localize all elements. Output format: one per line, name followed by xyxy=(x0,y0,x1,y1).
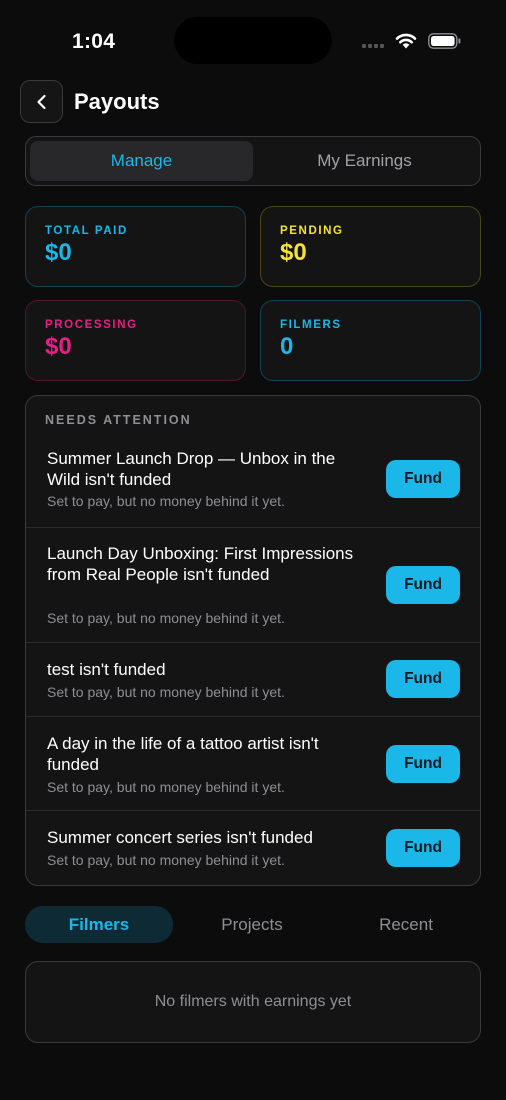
attention-item: Summer Launch Drop — Unbox in the Wild i… xyxy=(26,436,480,527)
attention-item: A day in the life of a tattoo artist isn… xyxy=(26,716,480,810)
stat-label: TOTAL PAID xyxy=(45,225,128,237)
segmented-control: Manage My Earnings xyxy=(25,136,481,186)
attention-item-title: Launch Day Unboxing: First Impressions f… xyxy=(47,544,354,584)
back-button[interactable] xyxy=(20,80,63,123)
tab-projects[interactable]: Projects xyxy=(178,906,326,943)
attention-item-title: test isn't funded xyxy=(47,660,166,679)
attention-item-title: Summer Launch Drop — Unbox in the Wild i… xyxy=(47,449,336,489)
stat-card-total-paid: TOTAL PAID $0 xyxy=(25,206,246,287)
status-time: 1:04 xyxy=(72,30,116,53)
attention-item: Summer concert series isn't funded Set t… xyxy=(26,810,480,885)
empty-state-text: No filmers with earnings yet xyxy=(154,993,352,1010)
chevron-left-icon xyxy=(36,94,46,109)
attention-item-subtitle: Set to pay, but no money behind it yet. xyxy=(47,852,285,868)
tab-recent[interactable]: Recent xyxy=(332,906,480,943)
needs-attention-panel: NEEDS ATTENTION Summer Launch Drop — Unb… xyxy=(25,395,481,886)
battery-icon xyxy=(428,33,461,49)
attention-item-subtitle: Set to pay, but no money behind it yet. xyxy=(47,610,285,626)
fund-button[interactable]: Fund xyxy=(386,660,460,698)
list-tabs: Filmers Projects Recent xyxy=(25,906,481,943)
fund-button[interactable]: Fund xyxy=(386,460,460,498)
attention-item: test isn't funded Set to pay, but no mon… xyxy=(26,642,480,716)
stat-card-pending: PENDING $0 xyxy=(260,206,481,287)
stat-value: 0 xyxy=(280,333,294,360)
tab-filmers[interactable]: Filmers xyxy=(25,906,173,943)
fund-button[interactable]: Fund xyxy=(386,829,460,867)
page-title: Payouts xyxy=(74,89,160,114)
attention-item-subtitle: Set to pay, but no money behind it yet. xyxy=(47,779,285,795)
fund-button[interactable]: Fund xyxy=(386,566,460,604)
dynamic-island xyxy=(174,17,332,64)
stat-label: PROCESSING xyxy=(45,319,138,331)
status-bar: 1:04 xyxy=(0,0,506,80)
stat-card-processing: PROCESSING $0 xyxy=(25,300,246,381)
segment-my-earnings[interactable]: My Earnings xyxy=(253,141,476,181)
wifi-icon xyxy=(395,33,417,49)
stat-label: PENDING xyxy=(280,225,344,237)
attention-item-title: A day in the life of a tattoo artist isn… xyxy=(47,734,319,774)
stat-value: $0 xyxy=(45,333,72,360)
segment-manage[interactable]: Manage xyxy=(30,141,253,181)
attention-item-subtitle: Set to pay, but no money behind it yet. xyxy=(47,684,285,700)
stat-card-filmers: FILMERS 0 xyxy=(260,300,481,381)
stat-value: $0 xyxy=(280,239,307,266)
attention-item: Launch Day Unboxing: First Impressions f… xyxy=(26,527,480,642)
stat-label: FILMERS xyxy=(280,319,342,331)
cellular-signal-icon xyxy=(362,44,384,48)
stat-value: $0 xyxy=(45,239,72,266)
fund-button[interactable]: Fund xyxy=(386,745,460,783)
empty-state: No filmers with earnings yet xyxy=(25,961,481,1043)
attention-item-title: Summer concert series isn't funded xyxy=(47,828,313,847)
attention-item-subtitle: Set to pay, but no money behind it yet. xyxy=(47,493,285,509)
section-title: NEEDS ATTENTION xyxy=(45,413,192,427)
